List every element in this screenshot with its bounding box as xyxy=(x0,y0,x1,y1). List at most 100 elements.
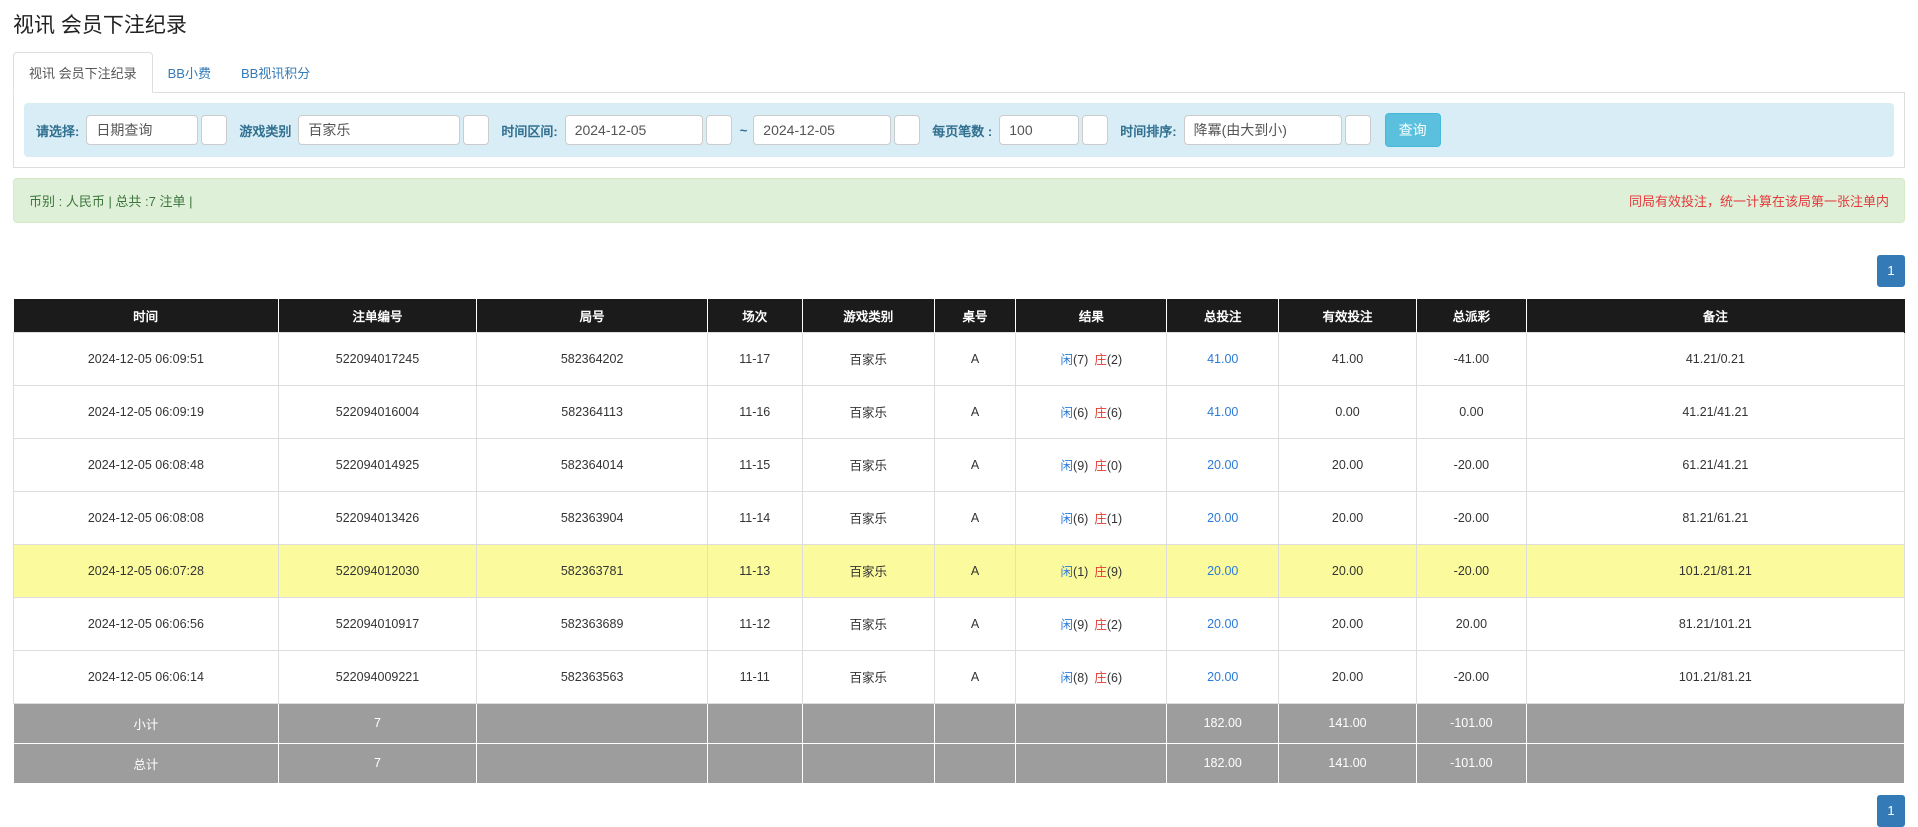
subtotal-valid-bet: 141.00 xyxy=(1279,703,1417,743)
date-range-label: 时间区间: xyxy=(501,121,557,140)
cell-result: 闲(7)庄(2) xyxy=(1016,332,1167,385)
total-count: 7 xyxy=(278,743,477,783)
cell-remark: 61.21/41.21 xyxy=(1526,438,1904,491)
date-to-picker-toggle[interactable] xyxy=(894,115,920,145)
empty-cell xyxy=(1016,743,1167,783)
game-type-dropdown-toggle[interactable] xyxy=(463,115,489,145)
empty-cell xyxy=(802,703,934,743)
cell-session: 11-14 xyxy=(707,491,802,544)
query-type-input[interactable]: 日期查询 xyxy=(86,115,198,145)
cell-game: 百家乐 xyxy=(802,597,934,650)
cell-round-id: 582363689 xyxy=(477,597,708,650)
banker-score: (0) xyxy=(1107,459,1122,473)
game-type-input[interactable]: 百家乐 xyxy=(298,115,460,145)
cell-total-bet: 20.00 xyxy=(1167,438,1279,491)
player-result: 闲 xyxy=(1061,512,1074,526)
betting-records-table: 时间 注单编号 局号 场次 游戏类别 桌号 结果 总投注 有效投注 总派彩 备注… xyxy=(13,299,1905,784)
cell-remark: 101.21/81.21 xyxy=(1526,650,1904,703)
table-row-highlighted: 2024-12-05 06:07:28 522094012030 5823637… xyxy=(14,544,1905,597)
total-label: 总计 xyxy=(14,743,279,783)
date-from-input[interactable]: 2024-12-05 xyxy=(565,115,703,145)
sort-input[interactable]: 降冪(由大到小) xyxy=(1184,115,1342,145)
cell-time: 2024-12-05 06:08:48 xyxy=(14,438,279,491)
total-bet-link[interactable]: 20.00 xyxy=(1207,564,1238,578)
subtotal-row: 小计 7 182.00 141.00 -101.00 xyxy=(14,703,1905,743)
cell-game: 百家乐 xyxy=(802,650,934,703)
filter-panel: 请选择: 日期查询 游戏类别 百家乐 时间区间: 2024-12-05 ~ 20… xyxy=(13,93,1905,168)
cell-remark: 41.21/41.21 xyxy=(1526,385,1904,438)
cell-round-id: 582364113 xyxy=(477,385,708,438)
empty-cell xyxy=(1526,743,1904,783)
player-result: 闲 xyxy=(1061,565,1074,579)
sort-label: 时间排序: xyxy=(1120,121,1176,140)
cell-total-bet: 41.00 xyxy=(1167,385,1279,438)
cell-valid-bet: 20.00 xyxy=(1279,491,1417,544)
filter-bar: 请选择: 日期查询 游戏类别 百家乐 时间区间: 2024-12-05 ~ 20… xyxy=(24,103,1894,157)
cell-table-no: A xyxy=(934,491,1015,544)
header-time: 时间 xyxy=(14,299,279,332)
per-page-dropdown-toggle[interactable] xyxy=(1082,115,1108,145)
cell-table-no: A xyxy=(934,385,1015,438)
empty-cell xyxy=(934,703,1015,743)
cell-remark: 41.21/0.21 xyxy=(1526,332,1904,385)
cell-bet-id: 522094017245 xyxy=(278,332,477,385)
cell-time: 2024-12-05 06:07:28 xyxy=(14,544,279,597)
page-1-button[interactable]: 1 xyxy=(1877,255,1905,287)
header-payout: 总派彩 xyxy=(1417,299,1527,332)
table-row: 2024-12-05 06:08:08 522094013426 5823639… xyxy=(14,491,1905,544)
cell-result: 闲(6)庄(6) xyxy=(1016,385,1167,438)
date-from-picker-toggle[interactable] xyxy=(706,115,732,145)
cell-time: 2024-12-05 06:06:14 xyxy=(14,650,279,703)
player-result: 闲 xyxy=(1061,671,1074,685)
tab-bb-tips[interactable]: BB小费 xyxy=(153,53,226,92)
total-total-bet: 182.00 xyxy=(1167,743,1279,783)
cell-bet-id: 522094016004 xyxy=(278,385,477,438)
cell-game: 百家乐 xyxy=(802,332,934,385)
search-button[interactable]: 查询 xyxy=(1385,113,1441,147)
cell-result: 闲(1)庄(9) xyxy=(1016,544,1167,597)
empty-cell xyxy=(477,703,708,743)
total-bet-link[interactable]: 41.00 xyxy=(1207,405,1238,419)
player-score: (7) xyxy=(1073,353,1088,367)
player-result: 闲 xyxy=(1061,459,1074,473)
cell-result: 闲(6)庄(1) xyxy=(1016,491,1167,544)
cell-game: 百家乐 xyxy=(802,438,934,491)
cell-payout: -20.00 xyxy=(1417,491,1527,544)
table-row: 2024-12-05 06:06:56 522094010917 5823636… xyxy=(14,597,1905,650)
summary-info-bar: 币别 : 人民币 | 总共 :7 注单 | 同局有效投注，统一计算在该局第一张注… xyxy=(13,178,1905,223)
query-type-dropdown-toggle[interactable] xyxy=(201,115,227,145)
sort-dropdown-toggle[interactable] xyxy=(1345,115,1371,145)
table-row: 2024-12-05 06:08:48 522094014925 5823640… xyxy=(14,438,1905,491)
banker-score: (9) xyxy=(1107,565,1122,579)
per-page-input[interactable]: 100 xyxy=(999,115,1079,145)
banker-result: 庄 xyxy=(1094,565,1107,579)
total-bet-link[interactable]: 20.00 xyxy=(1207,511,1238,525)
header-total-bet: 总投注 xyxy=(1167,299,1279,332)
total-bet-link[interactable]: 20.00 xyxy=(1207,670,1238,684)
cell-table-no: A xyxy=(934,332,1015,385)
player-result: 闲 xyxy=(1061,406,1074,420)
cell-session: 11-12 xyxy=(707,597,802,650)
player-score: (9) xyxy=(1073,459,1088,473)
table-row: 2024-12-05 06:09:51 522094017245 5823642… xyxy=(14,332,1905,385)
subtotal-total-bet: 182.00 xyxy=(1167,703,1279,743)
subtotal-count: 7 xyxy=(278,703,477,743)
cell-session: 11-16 xyxy=(707,385,802,438)
header-remark: 备注 xyxy=(1526,299,1904,332)
date-to-input[interactable]: 2024-12-05 xyxy=(753,115,891,145)
cell-result: 闲(9)庄(2) xyxy=(1016,597,1167,650)
game-type-label: 游戏类别 xyxy=(239,121,291,140)
per-page-group: 每页笔数 : 100 xyxy=(932,115,1108,145)
total-bet-link[interactable]: 20.00 xyxy=(1207,617,1238,631)
cell-total-bet: 20.00 xyxy=(1167,544,1279,597)
date-range-tilde: ~ xyxy=(740,123,748,138)
cell-valid-bet: 41.00 xyxy=(1279,332,1417,385)
tab-bb-points[interactable]: BB视讯积分 xyxy=(226,53,325,92)
cell-table-no: A xyxy=(934,544,1015,597)
tab-betting-records[interactable]: 视讯 会员下注纪录 xyxy=(13,52,153,93)
page: 视讯 会员下注纪录 视讯 会员下注纪录 BB小费 BB视讯积分 请选择: 日期查… xyxy=(0,9,1918,784)
total-bet-link[interactable]: 20.00 xyxy=(1207,458,1238,472)
cell-payout: 0.00 xyxy=(1417,385,1527,438)
total-bet-link[interactable]: 41.00 xyxy=(1207,352,1238,366)
empty-cell xyxy=(707,703,802,743)
